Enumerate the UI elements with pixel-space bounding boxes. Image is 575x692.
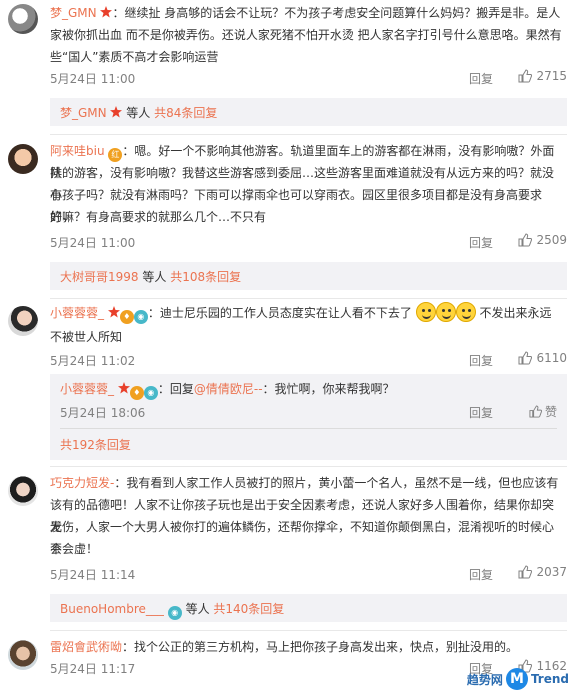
sub-reply-box: 小蓉蓉蓉_ ♦ ◉ ：回复@倩倩欧尼--：我忙啊，你来帮我啊？ 5月24日 18:0… — [50, 374, 567, 460]
more-replies-link[interactable]: 共140条回复 — [213, 602, 284, 616]
comment-author[interactable]: 小蓉蓉蓉_ — [50, 306, 104, 320]
vip-badge-icon: ◉ — [143, 386, 158, 400]
comment-text: 家被你抓出血 而不是你被弄伤。还说人家死猪不怕开水烫 把人家名字打引号什么意思咯… — [50, 28, 562, 42]
reply-time: 5月24日 18:06 — [60, 406, 146, 420]
like-count: 2509 — [536, 233, 567, 247]
reply-button[interactable]: 回复 — [469, 70, 493, 87]
reply-author[interactable]: 小蓉蓉蓉_ — [60, 382, 114, 396]
comment-time: 5月24日 11:00 — [50, 236, 136, 250]
thumb-up-icon — [529, 405, 542, 418]
thumb-up-icon — [518, 69, 533, 83]
comment-text: 迪士尼乐园的工作人员态度实在让人看不下去了 — [159, 306, 412, 320]
vip-badge-icon: ◉ — [167, 606, 182, 620]
smile-emoji-icon — [435, 302, 456, 322]
reply-author[interactable]: 梦_GMN — [60, 106, 107, 120]
divider — [50, 134, 567, 135]
comment-text: 不会虚！ — [50, 542, 99, 556]
comment-text: 找个公正的第三方机构，马上把你孩子身高发出来，快点，别扯没用的。 — [134, 640, 519, 654]
star-badge-icon — [107, 306, 120, 318]
comment-time: 5月24日 11:00 — [50, 72, 136, 86]
reply-button[interactable]: 回复 — [469, 234, 493, 251]
reply-button[interactable]: 回复 — [469, 352, 493, 369]
smile-emoji-icon — [415, 302, 436, 322]
avatar[interactable] — [8, 4, 38, 34]
thumb-up-icon — [518, 565, 533, 579]
divider — [50, 466, 567, 467]
mention-link[interactable]: @倩倩欧尼-- — [194, 382, 263, 396]
avatar[interactable] — [8, 144, 38, 174]
medal-badge-icon: 红 — [108, 148, 123, 162]
comment-text: 不发出来永远 — [479, 306, 552, 320]
comment-time: 5月24日 11:17 — [50, 662, 136, 676]
like-button[interactable]: 赞 — [529, 403, 557, 420]
star-badge-icon — [110, 106, 123, 118]
reply-author[interactable]: 大树哥哥1998 — [60, 270, 139, 284]
comment-text: 不被世人所知 — [50, 330, 123, 344]
reply-author[interactable]: BuenoHombre___ — [60, 602, 164, 616]
comment-author[interactable]: 阿来哇biu — [50, 144, 105, 158]
comment-time: 5月24日 11:14 — [50, 568, 136, 582]
more-replies-link[interactable]: 共84条回复 — [154, 106, 217, 120]
comment-text: 我有看到人家工作人员被打的照片，黄小蕾一个名人，虽然不是一线，但也应该有 — [126, 476, 559, 490]
thumb-up-icon — [518, 233, 533, 247]
like-count: 6110 — [536, 351, 567, 365]
thumb-up-icon — [518, 351, 533, 365]
trend-logo-icon: M — [505, 668, 528, 690]
comment-author[interactable]: 梦_GMN — [50, 6, 97, 20]
like-count: 2715 — [536, 69, 567, 83]
divider — [50, 298, 567, 299]
comment-author[interactable]: 雷炤會武術呦 — [50, 640, 122, 654]
comment-time: 5月24日 11:02 — [50, 354, 136, 368]
like-button[interactable]: 6110 — [518, 351, 567, 365]
divider — [60, 428, 557, 429]
star-badge-icon — [117, 382, 130, 394]
smile-emoji-icon — [455, 302, 476, 322]
watermark: 趋势网 M Trend — [467, 668, 569, 690]
avatar[interactable] — [8, 306, 38, 336]
more-replies-box: 大树哥哥1998 等人 共108条回复 — [50, 262, 567, 290]
reply-button[interactable]: 回复 — [469, 404, 493, 421]
comment-text: 些“国人”素质不高才会影响运营 — [50, 50, 219, 64]
comment-text: 好嘛？有身高要求的就那么几个…不只有 — [50, 210, 267, 224]
more-replies-box: 梦_GMN 等人 共84条回复 — [50, 98, 567, 126]
more-replies-link[interactable]: 共108条回复 — [170, 270, 241, 284]
comment-text: 继续扯 身高够的话会不让玩？不为孩子考虑安全问题算什么妈妈？搬弄是非。是人 — [124, 6, 561, 20]
medal-badge-icon: ♦ — [119, 310, 134, 324]
like-button[interactable]: 2715 — [518, 69, 567, 83]
avatar[interactable] — [8, 640, 38, 670]
comment-author[interactable]: 巧克力短发- — [50, 476, 114, 490]
divider — [50, 630, 567, 631]
like-button[interactable]: 2509 — [518, 233, 567, 247]
star-badge-icon — [100, 6, 113, 18]
like-count: 2037 — [536, 565, 567, 579]
more-replies-box: BuenoHombre___ ◉ 等人 共140条回复 — [50, 594, 567, 622]
medal-badge-icon: ♦ — [129, 386, 144, 400]
more-replies-link[interactable]: 共192条回复 — [60, 436, 131, 453]
like-button[interactable]: 2037 — [518, 565, 567, 579]
reply-button[interactable]: 回复 — [469, 566, 493, 583]
avatar[interactable] — [8, 476, 38, 506]
vip-badge-icon: ◉ — [133, 310, 148, 324]
